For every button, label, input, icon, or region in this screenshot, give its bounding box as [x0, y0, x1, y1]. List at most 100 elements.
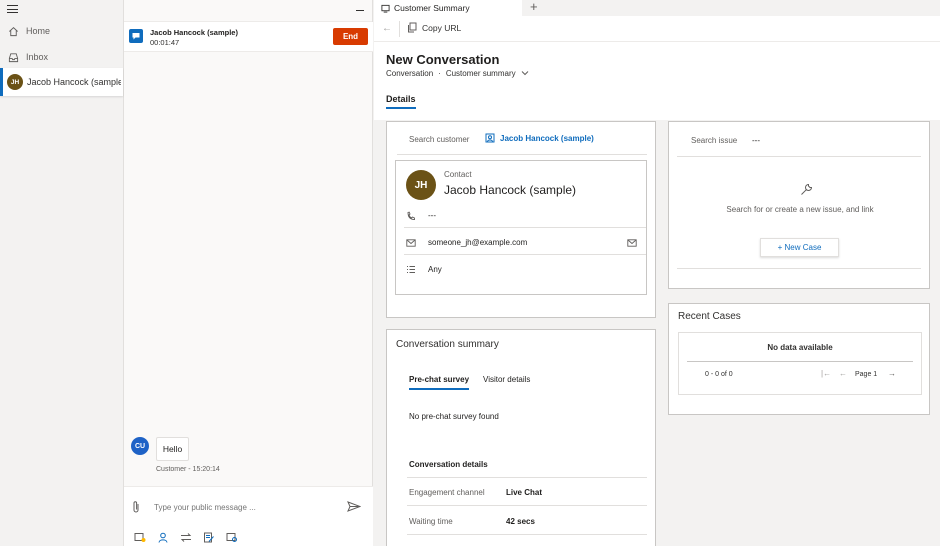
compose-toolbar: [133, 531, 239, 543]
issue-section: Search issue --- Search for or create a …: [668, 121, 930, 289]
app-root: Home Inbox JH Jacob Hancock (sample) Jac…: [0, 0, 940, 546]
summary-title: Conversation summary: [396, 339, 499, 350]
issue-lookup-value[interactable]: ---: [752, 136, 760, 145]
tab-details[interactable]: Details: [386, 94, 416, 109]
copy-url-button[interactable]: Copy URL: [407, 22, 461, 33]
main-area: Customer Summary + ← Copy URL New Conver…: [374, 0, 940, 546]
knowledge-icon[interactable]: [225, 531, 239, 543]
previous-page-icon[interactable]: ←: [839, 369, 847, 378]
separator-dot: ·: [438, 69, 441, 78]
contact-preference: Any: [428, 265, 442, 274]
compose-area: [124, 486, 373, 546]
page-indicator: Page 1: [855, 371, 878, 378]
contact-phone: ---: [428, 211, 436, 220]
attach-icon[interactable]: [131, 500, 141, 514]
session-tabbar: Customer Summary +: [374, 0, 940, 16]
minimize-icon[interactable]: [356, 10, 364, 11]
customer-section: Search customer Jacob Hancock (sample) J…: [386, 121, 656, 318]
record-range: 0 - 0 of 0: [705, 371, 733, 378]
form-subtitle: Conversation · Customer summary: [386, 69, 529, 78]
first-page-icon[interactable]: |←: [821, 369, 831, 378]
issue-hint: Search for or create a new issue, and li…: [726, 205, 874, 214]
notes-icon[interactable]: [202, 531, 216, 543]
consult-icon[interactable]: [156, 531, 170, 543]
send-email-icon[interactable]: [627, 239, 637, 247]
form-title: New Conversation: [386, 52, 500, 67]
message-bubble: Hello: [156, 437, 189, 461]
next-page-icon[interactable]: →: [888, 369, 896, 378]
copy-url-label: Copy URL: [422, 22, 462, 33]
home-icon: [9, 26, 18, 36]
wrench-icon: [801, 183, 813, 195]
nav-item-home[interactable]: Home: [0, 19, 123, 43]
engagement-channel-value: Live Chat: [506, 488, 543, 497]
chat-panel: Jacob Hancock (sample) 00:01:47 End CU H…: [124, 0, 373, 546]
form-selector[interactable]: Customer summary: [446, 69, 516, 78]
contact-avatar: JH: [406, 170, 436, 200]
recent-cases-title: Recent Cases: [678, 311, 741, 322]
contact-type-label: Contact: [444, 170, 472, 179]
contact-card: JH Contact Jacob Hancock (sample) --- so…: [395, 160, 647, 295]
recent-cases-grid: No data available 0 - 0 of 0 |← ← Page 1…: [678, 332, 922, 395]
empty-message: No data available: [767, 343, 833, 352]
details-heading: Conversation details: [409, 460, 488, 469]
session-timer: 00:01:47: [150, 38, 180, 47]
customer-avatar: CU: [131, 437, 149, 455]
nav-home-label: Home: [26, 26, 51, 36]
send-icon[interactable]: [347, 501, 361, 512]
left-nav: Home Inbox JH Jacob Hancock (sample): [0, 0, 124, 546]
nav-item-inbox[interactable]: Inbox: [0, 45, 123, 69]
chat-header: [124, 0, 372, 22]
nav-item-session[interactable]: JH Jacob Hancock (sample): [0, 68, 123, 96]
customer-link[interactable]: Jacob Hancock (sample): [500, 134, 594, 143]
contact-card-icon: [485, 133, 495, 143]
recent-cases-section: Recent Cases No data available 0 - 0 of …: [668, 303, 930, 415]
quick-replies-icon[interactable]: [133, 531, 147, 543]
divider: [399, 21, 400, 37]
contact-email[interactable]: someone_jh@example.com: [428, 238, 527, 247]
phone-icon: [407, 211, 415, 220]
inbox-icon: [8, 52, 19, 62]
copy-icon: [408, 22, 417, 33]
new-case-button[interactable]: + New Case: [760, 238, 839, 257]
tab-label: Customer Summary: [394, 3, 470, 13]
message-input[interactable]: [154, 499, 334, 515]
search-customer-label: Search customer: [409, 135, 470, 144]
waiting-time-value: 42 secs: [506, 517, 535, 526]
tab-customer-summary[interactable]: Customer Summary: [374, 0, 522, 16]
back-arrow-icon[interactable]: ←: [382, 23, 392, 34]
divider: [397, 154, 647, 155]
chevron-down-icon[interactable]: [521, 70, 529, 76]
divider: [407, 477, 647, 478]
end-button[interactable]: End: [333, 28, 368, 45]
form-icon: [381, 4, 390, 13]
customer-lookup-value[interactable]: Jacob Hancock (sample): [485, 133, 594, 143]
transfer-icon[interactable]: [179, 531, 193, 543]
nav-inbox-label: Inbox: [26, 52, 49, 62]
message-meta: Customer - 15:20:14: [156, 466, 220, 473]
waiting-time-label: Waiting time: [409, 517, 453, 526]
email-icon: [406, 239, 416, 247]
divider: [407, 534, 647, 535]
contact-name: Jacob Hancock (sample): [444, 183, 577, 197]
search-issue-label: Search issue: [691, 136, 738, 145]
divider: [404, 254, 646, 255]
preference-list-icon: [407, 266, 415, 273]
command-bar: ← Copy URL: [374, 16, 940, 42]
session-row[interactable]: Jacob Hancock (sample) 00:01:47 End: [124, 22, 373, 52]
tab-visitor-details[interactable]: Visitor details: [483, 375, 530, 384]
conversation-summary-section: Conversation summary Pre-chat survey Vis…: [386, 329, 656, 546]
divider: [677, 156, 921, 157]
form-header: New Conversation Conversation · Customer s…: [374, 42, 940, 120]
divider: [687, 361, 913, 362]
nav-session-label: Jacob Hancock (sample): [27, 77, 121, 87]
hamburger-menu-icon[interactable]: [7, 5, 18, 13]
add-tab-icon[interactable]: +: [530, 0, 538, 13]
session-avatar: JH: [7, 74, 23, 90]
entity-name: Conversation: [386, 69, 434, 78]
engagement-channel-label: Engagement channel: [409, 488, 485, 497]
chat-channel-icon: [129, 29, 143, 43]
divider: [407, 505, 647, 506]
tab-pre-chat-survey[interactable]: Pre-chat survey: [409, 375, 470, 390]
survey-empty-message: No pre-chat survey found: [409, 412, 499, 421]
